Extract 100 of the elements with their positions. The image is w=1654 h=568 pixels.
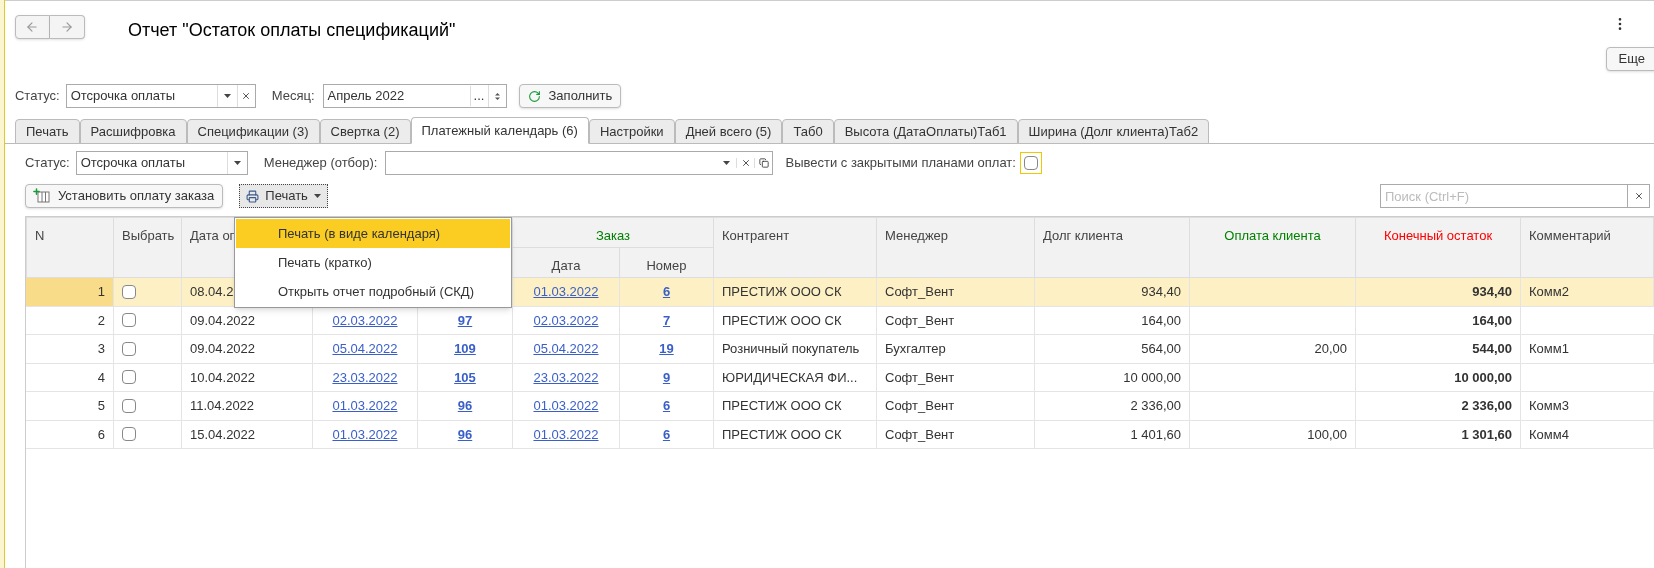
- field-label: Менеджер (отбор):: [263, 154, 378, 173]
- clear-button[interactable]: [1628, 184, 1650, 208]
- caret-icon: [722, 161, 730, 165]
- column-header[interactable]: Менеджер: [885, 228, 949, 243]
- table-cell: 10 000,00: [1034, 363, 1190, 392]
- column-header[interactable]: Конечный остаток: [1383, 228, 1493, 243]
- table-cell: 3: [26, 334, 114, 363]
- table-link[interactable]: 6: [662, 426, 671, 442]
- table-link[interactable]: 01.03.2022: [332, 398, 398, 413]
- table-cell: Софт_Вент: [876, 363, 1035, 392]
- table-cell: Комм2: [1520, 277, 1654, 306]
- table-cell: Комм1: [1520, 334, 1654, 363]
- fill-button[interactable]: Заполнить: [518, 84, 622, 108]
- month-field[interactable]: Апрель 2022 ...: [322, 84, 507, 108]
- checkbox[interactable]: [122, 313, 136, 328]
- more-button[interactable]: Еще: [1605, 47, 1654, 71]
- checkbox[interactable]: [122, 341, 136, 356]
- table-cell: 15.04.2022: [181, 420, 313, 449]
- tab[interactable]: Спецификации (3): [186, 119, 320, 144]
- table-link[interactable]: 02.03.2022: [332, 312, 398, 328]
- tab[interactable]: Высота (ДатаОплаты)Таб1: [833, 119, 1018, 144]
- table-cell: 10 000,00: [1355, 363, 1521, 392]
- tab[interactable]: Таб0: [782, 119, 834, 144]
- column-header[interactable]: N: [35, 228, 45, 243]
- table-row[interactable]: 3 09.04.2022 05.04.2022 109 05.04.2022 19 Розничный покупатель Бухгалтер 564,00 20,00 544,00 Комм1: [26, 334, 1654, 363]
- field-label: Статус:: [25, 154, 70, 173]
- table-cell: ПРЕСТИЖ ООО СК: [713, 391, 877, 420]
- table-cell: Софт_Вент: [876, 306, 1035, 335]
- table-link[interactable]: 105: [454, 369, 476, 385]
- table-link[interactable]: 01.03.2022: [533, 398, 599, 413]
- table-cell: 1 401,60: [1034, 420, 1190, 449]
- caret-icon: [313, 194, 321, 198]
- checkbox[interactable]: [122, 398, 136, 413]
- column-header[interactable]: Выбрать: [122, 228, 175, 243]
- table-add-icon: [34, 189, 50, 203]
- table-cell: 164,00: [1355, 306, 1521, 335]
- table-link[interactable]: 23.03.2022: [332, 369, 398, 385]
- caret-icon: [223, 94, 231, 98]
- clear-icon: [1633, 191, 1644, 201]
- table-row[interactable]: 2 09.04.2022 02.03.2022 97 02.03.2022 7 ПРЕСТИЖ ООО СК Софт_Вент 164,00 164,00: [26, 306, 1654, 335]
- table-cell: ПРЕСТИЖ ООО СК: [713, 420, 877, 449]
- picker-button[interactable]: ...: [469, 86, 488, 106]
- select-field[interactable]: Отсрочка оплаты: [75, 151, 248, 175]
- table-link[interactable]: 96: [457, 426, 473, 442]
- table-link[interactable]: 97: [457, 312, 473, 328]
- open-icon[interactable]: [758, 158, 769, 168]
- table-link[interactable]: 6: [662, 284, 671, 299]
- table-link[interactable]: 01.03.2022: [332, 426, 398, 442]
- table-cell: 10.04.2022: [181, 363, 313, 392]
- table-link[interactable]: 7: [662, 312, 671, 328]
- table-cell: 164,00: [1034, 306, 1190, 335]
- menu-item[interactable]: Печать (в виде календаря): [236, 219, 510, 248]
- checkbox[interactable]: [1019, 152, 1042, 174]
- table-row[interactable]: 6 15.04.2022 01.03.2022 96 01.03.2022 6 ПРЕСТИЖ ООО СК Софт_Вент 1 401,60 100,00 1 301,60 Комм4: [26, 420, 1654, 449]
- select-field[interactable]: Отсрочка оплаты: [65, 84, 256, 108]
- table-row[interactable]: 4 10.04.2022 23.03.2022 105 23.03.2022 9 ЮРИДИЧЕСКАЯ ФИ... Софт_Вент 10 000,00 10 000,00: [26, 363, 1654, 392]
- search-field[interactable]: Поиск (Ctrl+F): [1380, 184, 1628, 208]
- column-header[interactable]: Долг клиента: [1043, 228, 1123, 243]
- column-header[interactable]: Оплата клиента: [1224, 228, 1321, 243]
- field-label: Месяц:: [271, 87, 315, 106]
- table-link[interactable]: 6: [662, 398, 671, 413]
- table-cell: 1: [26, 277, 114, 306]
- tab[interactable]: Дней всего (5): [674, 119, 783, 144]
- checkbox[interactable]: [122, 370, 136, 385]
- column-header[interactable]: Контрагент: [722, 228, 790, 243]
- table-link[interactable]: 02.03.2022: [533, 312, 599, 328]
- tab[interactable]: Расшифровка: [79, 119, 187, 144]
- print-button[interactable]: Печать: [239, 184, 328, 208]
- checkbox[interactable]: [122, 427, 136, 442]
- table-cell: 20,00: [1189, 334, 1356, 363]
- table-link[interactable]: 05.04.2022: [533, 341, 599, 356]
- tab[interactable]: Ширина (Долг клиента)Таб2: [1017, 119, 1210, 144]
- table-link[interactable]: 96: [457, 398, 473, 413]
- refresh-icon: [527, 89, 541, 103]
- tab[interactable]: Настройки: [588, 119, 675, 144]
- table-link[interactable]: 19: [659, 341, 674, 356]
- table-link[interactable]: 23.03.2022: [533, 369, 599, 385]
- checkbox[interactable]: [122, 284, 136, 299]
- table-cell: 5: [26, 391, 114, 420]
- set-payment-button[interactable]: Установить оплату заказа: [25, 184, 224, 208]
- table-cell: ПРЕСТИЖ ООО СК: [713, 306, 877, 335]
- table-cell: 100,00: [1189, 420, 1356, 449]
- back-button[interactable]: [15, 15, 50, 39]
- tab[interactable]: Печать: [15, 119, 80, 144]
- clear-icon[interactable]: [740, 158, 751, 168]
- menu-item[interactable]: Печать (кратко): [236, 248, 510, 277]
- table-link[interactable]: 01.03.2022: [533, 426, 599, 442]
- tab[interactable]: Платежный календарь (6): [410, 117, 589, 144]
- table-row[interactable]: 5 11.04.2022 01.03.2022 96 01.03.2022 6 ПРЕСТИЖ ООО СК Софт_Вент 2 336,00 2 336,00 Комм3: [26, 391, 1654, 420]
- table-link[interactable]: 9: [662, 369, 671, 385]
- table-link[interactable]: 05.04.2022: [332, 341, 398, 356]
- tab[interactable]: Свертка (2): [319, 119, 411, 144]
- table-link[interactable]: 109: [454, 341, 476, 356]
- clear-icon[interactable]: [241, 91, 252, 101]
- column-header[interactable]: Комментарий: [1529, 228, 1611, 243]
- window-title: Отчет "Остаток оплаты спецификаций": [128, 18, 456, 42]
- table-cell: 934,40: [1034, 277, 1190, 306]
- table-link[interactable]: 01.03.2022: [533, 284, 599, 299]
- column-header[interactable]: Дата: [551, 258, 581, 273]
- manager-field[interactable]: [385, 151, 774, 175]
